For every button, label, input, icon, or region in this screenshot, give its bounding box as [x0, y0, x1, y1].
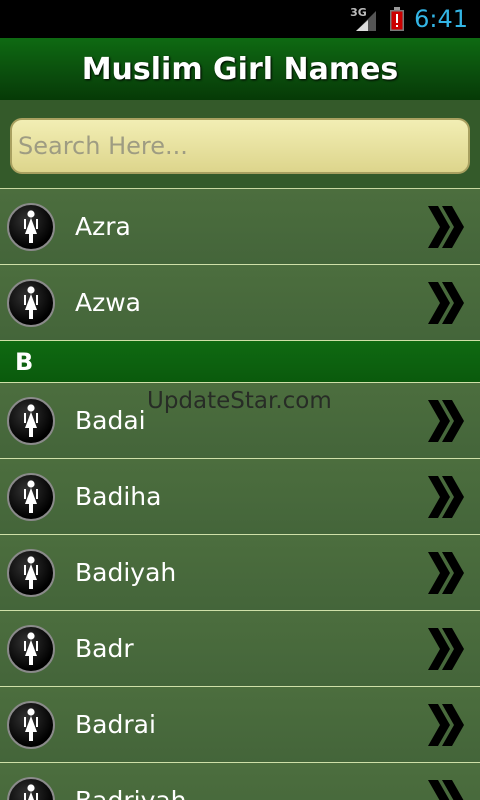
section-header: B: [0, 340, 480, 382]
page-title: Muslim Girl Names: [81, 51, 399, 87]
list-item[interactable]: Badr: [0, 610, 480, 686]
double-chevron-right-icon: [428, 475, 464, 518]
double-chevron-right-icon: [428, 205, 464, 248]
double-chevron-right-icon: [428, 703, 464, 746]
list-item[interactable]: Badiha: [0, 458, 480, 534]
double-chevron-right-icon: [428, 779, 464, 800]
signal-3g-icon: 3G: [350, 6, 380, 32]
battery-icon: [390, 7, 405, 31]
list-item[interactable]: Azra: [0, 188, 480, 264]
names-list[interactable]: Azra Azwa B Badai Badiha Badiyah Badr Ba…: [0, 188, 480, 800]
female-figure-icon: [7, 548, 55, 597]
female-figure-icon: [7, 624, 55, 673]
search-input[interactable]: [18, 132, 468, 160]
female-figure-icon: [7, 472, 55, 521]
name-label: Azwa: [75, 288, 141, 317]
clock: 6:41: [414, 5, 468, 33]
double-chevron-right-icon: [428, 627, 464, 670]
status-bar: 3G 6:41: [0, 0, 480, 38]
list-item[interactable]: Badai: [0, 382, 480, 458]
search-container: [0, 100, 480, 188]
name-label: Azra: [75, 212, 131, 241]
name-label: Badiyah: [75, 558, 177, 587]
double-chevron-right-icon: [428, 551, 464, 594]
double-chevron-right-icon: [428, 281, 464, 324]
title-bar: Muslim Girl Names: [0, 38, 480, 100]
double-chevron-right-icon: [428, 399, 464, 442]
female-figure-icon: [7, 202, 55, 251]
female-figure-icon: [7, 278, 55, 327]
search-box[interactable]: [10, 118, 470, 174]
name-label: Badriyah: [75, 786, 187, 800]
female-figure-icon: [7, 396, 55, 445]
name-label: Badai: [75, 406, 146, 435]
name-label: Badrai: [75, 710, 156, 739]
list-item[interactable]: Badrai: [0, 686, 480, 762]
female-figure-icon: [7, 700, 55, 749]
list-item[interactable]: Azwa: [0, 264, 480, 340]
section-letter: B: [15, 347, 34, 376]
list-item[interactable]: Badriyah: [0, 762, 480, 800]
list-item[interactable]: Badiyah: [0, 534, 480, 610]
female-figure-icon: [7, 776, 55, 800]
name-label: Badiha: [75, 482, 162, 511]
name-label: Badr: [75, 634, 134, 663]
